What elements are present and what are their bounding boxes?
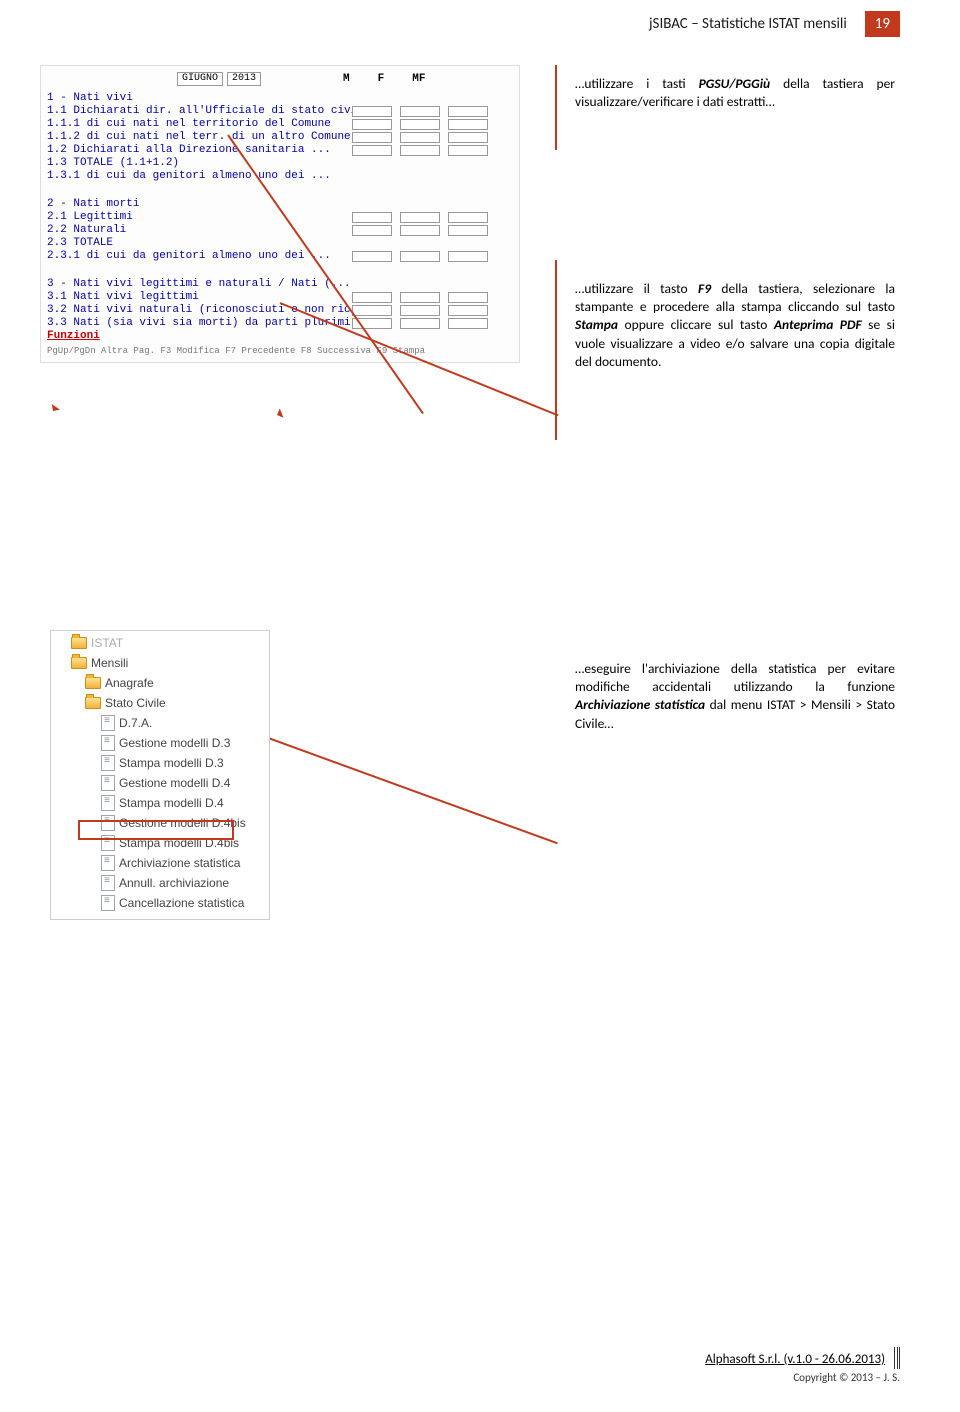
row: 1.1.1 di cui nati nel territorio del Com… xyxy=(47,118,352,130)
instruction-note-f9: …utilizzare il tasto F9 della tastiera, … xyxy=(575,280,895,371)
input-cell[interactable] xyxy=(400,292,440,303)
arrowhead-icon xyxy=(270,408,283,421)
folder-icon xyxy=(85,677,101,689)
input-cell[interactable] xyxy=(352,225,392,236)
folder-icon xyxy=(71,637,87,649)
col-m: M xyxy=(343,73,350,85)
input-cell[interactable] xyxy=(352,292,392,303)
document-icon xyxy=(101,735,115,751)
input-cell[interactable] xyxy=(352,132,392,143)
tree-leaf[interactable]: Annull. archiviazione xyxy=(119,876,229,890)
document-icon xyxy=(101,715,115,731)
callout-bar xyxy=(555,65,557,150)
divider-icon xyxy=(894,1347,900,1369)
tree-node[interactable]: ISTAT xyxy=(91,636,123,650)
tree-leaf[interactable]: Gestione modelli D.4 xyxy=(119,776,230,790)
tree-leaf[interactable]: Stampa modelli D.3 xyxy=(119,756,224,770)
row: 2.3.1 di cui da genitori almeno uno dei … xyxy=(47,250,352,262)
row: 1.1.2 di cui nati nel terr. di un altro … xyxy=(47,131,352,143)
row: 3.3 Nati (sia vivi sia morti) da parti p… xyxy=(47,317,352,329)
input-cell[interactable] xyxy=(352,119,392,130)
instruction-note-pgupdn: …utilizzare i tasti PGSU/PGGiù della tas… xyxy=(575,75,895,111)
input-cell[interactable] xyxy=(400,251,440,262)
input-cell[interactable] xyxy=(448,119,488,130)
funzioni-link[interactable]: Funzioni xyxy=(47,330,100,342)
key-label: Stampa xyxy=(575,316,618,333)
input-cell[interactable] xyxy=(352,305,392,316)
document-icon xyxy=(101,875,115,891)
document-icon xyxy=(101,795,115,811)
arrow-line xyxy=(238,726,558,844)
tree-leaf[interactable]: Archiviazione statistica xyxy=(119,856,240,870)
tree-node[interactable]: Anagrafe xyxy=(105,676,154,690)
input-cell[interactable] xyxy=(400,106,440,117)
month-field[interactable]: GIUGNO xyxy=(177,72,223,86)
key-label: PGSU/PGGiù xyxy=(699,75,771,92)
tree-leaf[interactable]: Stampa modelli D.4 xyxy=(119,796,224,810)
document-icon xyxy=(101,855,115,871)
input-cell[interactable] xyxy=(352,251,392,262)
folder-icon xyxy=(85,697,101,709)
row: 1.3 TOTALE (1.1+1.2) xyxy=(47,157,352,169)
input-cell[interactable] xyxy=(400,132,440,143)
input-cell[interactable] xyxy=(448,305,488,316)
document-icon xyxy=(101,755,115,771)
tree-leaf[interactable]: Cancellazione statistica xyxy=(119,896,244,910)
input-cell[interactable] xyxy=(448,251,488,262)
instruction-note-archive: …eseguire l'archiviazione della statisti… xyxy=(575,660,895,733)
function-key-bar: PgUp/PgDn Altra Pag. F3 Modifica F7 Prec… xyxy=(47,346,519,356)
row: 1.3.1 di cui da genitori almeno uno dei … xyxy=(47,170,352,182)
input-cell[interactable] xyxy=(400,212,440,223)
input-cell[interactable] xyxy=(352,106,392,117)
input-cell[interactable] xyxy=(352,145,392,156)
col-f: F xyxy=(378,73,385,85)
footer-company-line: Alphasoft S.r.l. (v.1.0 - 26.06.2013) xyxy=(705,1352,885,1367)
input-cell[interactable] xyxy=(448,145,488,156)
input-cell[interactable] xyxy=(352,212,392,223)
folder-icon xyxy=(71,657,87,669)
nav-tree-screenshot: ISTAT Mensili Anagrafe Stato Civile D.7.… xyxy=(50,630,270,920)
key-label: Anteprima PDF xyxy=(774,316,862,333)
row: 2.1 Legittimi xyxy=(47,211,352,223)
row: 1.2 Dichiarati alla Direzione sanitaria … xyxy=(47,144,352,156)
input-cell[interactable] xyxy=(448,318,488,329)
input-cell[interactable] xyxy=(400,318,440,329)
input-cell[interactable] xyxy=(400,145,440,156)
input-cell[interactable] xyxy=(400,119,440,130)
row: 3.1 Nati vivi legittimi xyxy=(47,291,352,303)
sec1-title: 1 - Nati vivi xyxy=(47,92,352,104)
input-cell[interactable] xyxy=(448,225,488,236)
arrowhead-icon xyxy=(46,404,60,418)
header-title: jSIBAC – Statistiche ISTAT mensili xyxy=(649,15,857,33)
input-cell[interactable] xyxy=(400,225,440,236)
copyright-line: Copyright © 2013 – J. S. xyxy=(0,1371,900,1384)
page-number-badge: 19 xyxy=(865,11,900,37)
input-cell[interactable] xyxy=(448,132,488,143)
key-label: F9 xyxy=(698,280,711,297)
row: 1.1 Dichiarati dir. all'Ufficiale di sta… xyxy=(47,105,352,117)
col-mf: MF xyxy=(412,73,425,85)
sec2-title: 2 - Nati morti xyxy=(47,198,352,210)
page-header: jSIBAC – Statistiche ISTAT mensili 19 xyxy=(480,10,900,38)
highlight-box xyxy=(78,820,234,840)
tree-leaf[interactable]: D.7.A. xyxy=(119,716,152,730)
tree-node[interactable]: Mensili xyxy=(91,656,128,670)
input-cell[interactable] xyxy=(448,212,488,223)
row: 2.2 Naturali xyxy=(47,224,352,236)
document-icon xyxy=(101,775,115,791)
key-label: Archiviazione statistica xyxy=(575,696,705,713)
tree-node[interactable]: Stato Civile xyxy=(105,696,166,710)
sec3-title: 3 - Nati vivi legittimi e naturali / Nat… xyxy=(47,278,352,290)
year-field[interactable]: 2013 xyxy=(227,72,261,86)
input-cell[interactable] xyxy=(448,292,488,303)
page-footer: Alphasoft S.r.l. (v.1.0 - 26.06.2013) Co… xyxy=(0,1341,900,1384)
input-cell[interactable] xyxy=(400,305,440,316)
input-cell[interactable] xyxy=(448,106,488,117)
tree-leaf[interactable]: Gestione modelli D.3 xyxy=(119,736,230,750)
app-screenshot-istat-form: GIUGNO 2013 M F MF 1 - Nati vivi 1.1 Dic… xyxy=(40,65,520,363)
document-icon xyxy=(101,895,115,911)
